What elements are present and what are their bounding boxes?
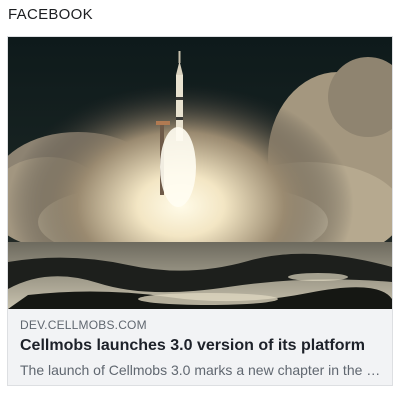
preview-meta: DEV.CELLMOBS.COM Cellmobs launches 3.0 v… [20,317,382,379]
section-title: FACEBOOK [8,6,93,23]
preview-title[interactable]: Cellmobs launches 3.0 version of its pla… [20,336,382,356]
link-preview-card[interactable]: DEV.CELLMOBS.COM Cellmobs launches 3.0 v… [7,36,393,386]
preview-description: The launch of Cellmobs 3.0 marks a new c… [20,362,382,378]
preview-image [8,37,392,309]
preview-domain: DEV.CELLMOBS.COM [20,318,147,332]
facebook-preview-section: FACEBOOK DEV.CELLMOBS.COM Cellmobs launc… [0,0,407,402]
